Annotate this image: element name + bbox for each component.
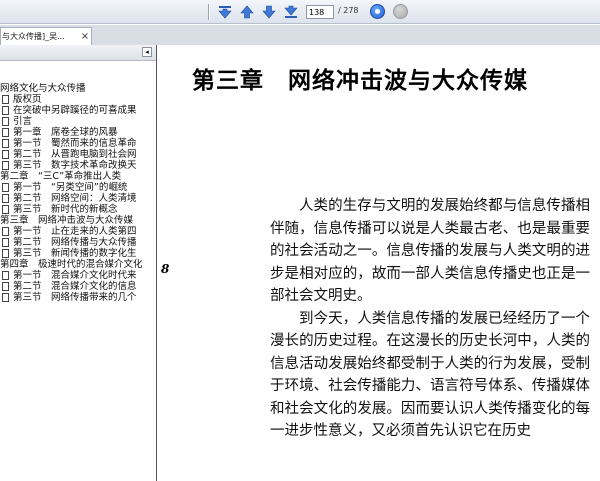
arrow-down-icon[interactable] [260,3,278,21]
last-page-icon[interactable] [282,3,300,21]
toc-item-label: 网络文化与大众传播 [0,83,86,94]
page-icon [2,282,9,291]
paragraph: 人类的生存与文明的发展始终都与信息传播相伴随，信息传播可以说是人类最古老、也是最… [270,198,590,304]
sidebar-divider[interactable] [156,61,157,481]
document-tab[interactable]: 与大众传播]_吴... × [0,27,92,45]
page-icon [2,238,9,247]
toc-item[interactable]: 版权页 [2,94,42,105]
toc-item-label: 第一节 混合媒介文化时代来 [13,270,137,281]
toc-item-label: 第三节 数字技术革命改换天 [13,160,137,171]
page-icon [2,183,9,192]
sidebar-header: ◂ [0,45,156,61]
toc-item[interactable]: 第一节 蜀然而来的信息革命 [2,138,137,149]
document-tab-label: 与大众传播]_吴... [2,32,65,41]
page-icon [2,205,9,214]
toc-item[interactable]: 第一节 止在走来的人类第四 [2,226,137,237]
page-icon [2,249,9,258]
first-page-icon[interactable] [216,3,234,21]
toc-item-label: 引言 [13,116,33,127]
toc-item-label: 第二章 “三C”革命推出人类 [0,171,122,182]
toc-item[interactable]: 第三章 网络冲击波与大众传媒 [0,215,133,226]
page-icon [2,227,9,236]
toc-item[interactable]: 第二节 从晋跑电脑到社会网 [2,149,137,160]
page-icon [2,271,9,280]
page-icon [2,194,9,203]
toc-item[interactable]: 第三节 数字技术革命改换天 [2,160,137,171]
close-icon[interactable]: × [79,31,91,42]
toc-item-label: 第二节 网络空间：人类清境 [13,193,137,204]
page-number-input[interactable] [306,5,334,19]
toc-item-label: 第二节 从晋跑电脑到社会网 [13,149,137,160]
toolbar-separator [208,4,210,20]
toc-item-label: 第二节 混合媒介文化的信息 [13,281,137,292]
toc-item[interactable]: 在突破中另辟蹊径的可喜成果 [2,105,137,116]
document-page: 第三章 网络冲击波与大众传媒 人类的生存与文明的发展始终都与信息传播相伴随，信息… [158,45,600,481]
toc-item-label: 第一节 “另类空间”的崛统 [13,182,128,193]
page-icon [2,95,9,104]
toc-item-label: 第一节 止在走来的人类第四 [13,226,137,237]
toc-item-label: 版权页 [13,94,42,105]
document-tab-strip: 与大众传播]_吴... × [0,25,600,45]
collapse-sidebar-icon[interactable]: ◂ [142,47,152,57]
toc-item-label: 第三章 网络冲击波与大众传媒 [0,215,134,226]
page-icon [2,150,9,159]
page-icon [2,161,9,170]
toc-item[interactable]: 第三节 新闻传播的数字化生 [2,248,137,259]
toc-item-label: 第二节 网络传播与大众传播 [13,237,137,248]
go-icon[interactable] [370,4,385,19]
navigation-toolbar: / 278 [0,0,600,24]
stop-icon[interactable] [393,4,408,19]
toc-item[interactable]: 第二节 网络传播与大众传播 [2,237,137,248]
toc-item[interactable]: 第一章 席卷全球的风暴 [2,127,118,138]
toc-item[interactable]: 第一节 “另类空间”的崛统 [2,182,127,193]
toc-item-label: 第一节 蜀然而来的信息革命 [13,138,137,149]
toc-item[interactable]: 第四章 极速时代的混合媒介文化 [0,259,143,270]
toc-item[interactable]: 第三节 网络传播带来的几个 [2,292,137,303]
page-icon [2,117,9,126]
toc-item-label: 第三节 新时代的新概念 [13,204,118,215]
page-icon [2,293,9,302]
toc-item-label: 第三节 新闻传播的数字化生 [13,248,137,259]
page-total: / 278 [338,6,359,15]
cursor-marker: 8 [161,262,170,276]
page-icon [2,106,9,115]
page-icon [2,128,9,137]
toc-item[interactable]: 网络文化与大众传播 [0,83,86,94]
toc-item[interactable]: 引言 [2,116,32,127]
toc-item[interactable]: 第一节 混合媒介文化时代来 [2,270,137,281]
toc-item[interactable]: 第二章 “三C”革命推出人类 [0,171,121,182]
paragraph: 到今天，人类信息传播的发展已经经历了一个漫长的历史过程。在这漫长的历史长河中，人… [270,310,590,440]
toc-item-label: 在突破中另辟蹊径的可喜成果 [13,105,137,116]
bookmarks-sidebar: ◂ 网络文化与大众传播 版权页 在突破中另辟蹊径的可喜成果 引言 第一章 席卷全球的风暴… [0,45,157,481]
toc-item-label: 第一章 席卷全球的风暴 [13,127,118,138]
page-icon [2,139,9,148]
toc-item-label: 第四章 极速时代的混合媒介文化 [0,259,143,270]
toc-item[interactable]: 第二节 网络空间：人类清境 [2,193,137,204]
chapter-title: 第三章 网络冲击波与大众传媒 [192,67,528,94]
body-text: 人类的生存与文明的发展始终都与信息传播相伴随，信息传播可以说是人类最古老、也是最… [270,195,590,443]
toc-item[interactable]: 第二节 混合媒介文化的信息 [2,281,137,292]
toc-item-label: 第三节 网络传播带来的几个 [13,292,137,303]
toc-item[interactable]: 第三节 新时代的新概念 [2,204,118,215]
arrow-up-icon[interactable] [238,3,256,21]
